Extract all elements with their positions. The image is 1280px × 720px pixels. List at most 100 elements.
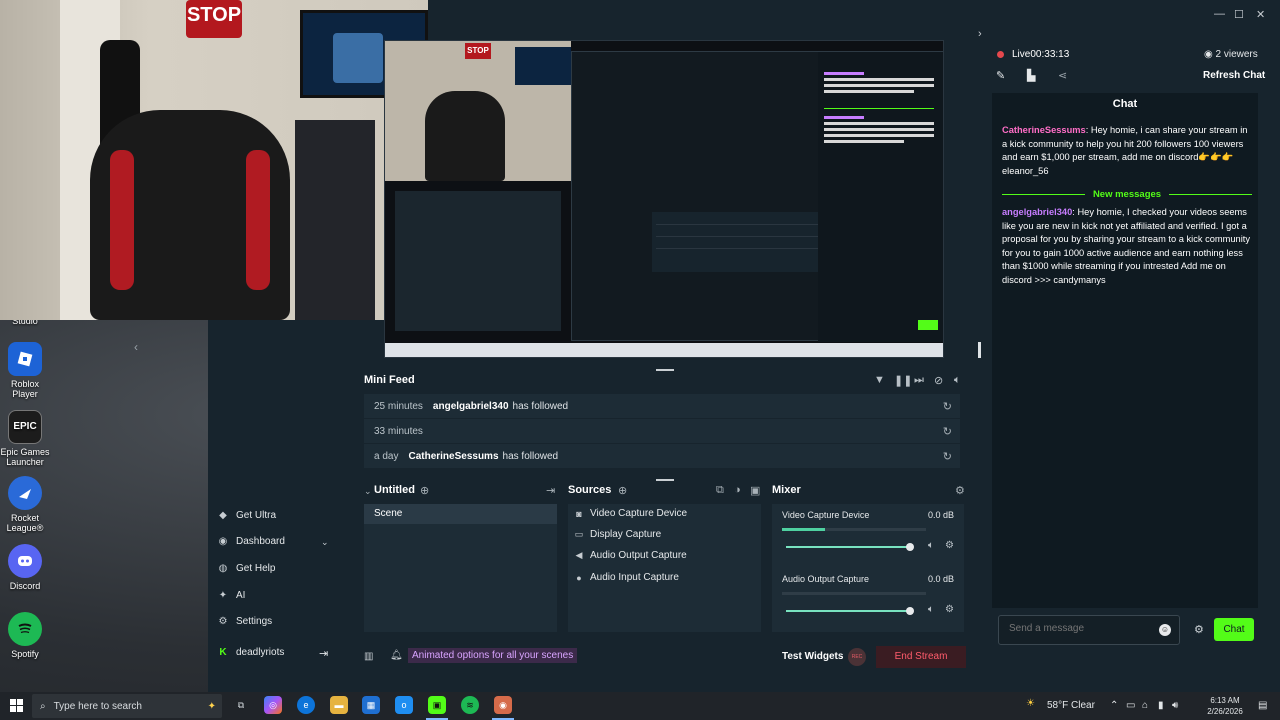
chat-input-box[interactable]: ☺ <box>998 615 1180 645</box>
chevron-left-icon[interactable]: ‹ <box>134 340 138 354</box>
chevron-down-icon[interactable]: ⌄ <box>321 537 329 548</box>
chat-username[interactable]: CatherineSessums <box>1002 125 1086 135</box>
desktop-icon-spotify[interactable]: Spotify <box>0 612 50 659</box>
mixer-volume-knob[interactable] <box>906 543 914 551</box>
chat-settings-icon[interactable]: ⚙ <box>1194 623 1204 636</box>
outlook-icon[interactable]: o <box>395 696 413 714</box>
chat-username[interactable]: angelgabriel340 <box>1002 207 1072 217</box>
share-icon[interactable]: ⋖ <box>1058 69 1067 82</box>
chat-message-input[interactable] <box>1009 623 1149 634</box>
desktop-icon-epic[interactable]: EPIC Epic Games Launcher <box>0 410 50 467</box>
chevron-up-icon[interactable]: ⌃ <box>1110 700 1118 711</box>
mixer-volume-slider[interactable] <box>786 546 910 548</box>
scene-collection-title[interactable]: Untitled <box>374 484 415 496</box>
minimize-icon[interactable]: — <box>1214 8 1225 20</box>
help-icon: ◍ <box>218 562 228 574</box>
spotify-taskbar-icon[interactable]: ≋ <box>461 696 479 714</box>
gear-icon[interactable]: ⚙ <box>945 540 954 551</box>
source-item[interactable]: ● Audio Input Capture <box>574 572 679 583</box>
windows-start-icon[interactable] <box>10 699 23 715</box>
scene-item[interactable]: Scene <box>364 504 557 524</box>
source-item[interactable]: ◙ Video Capture Device <box>574 508 687 519</box>
speaker-icon[interactable]: 🔈︎ <box>928 540 934 551</box>
streamlabs-icon[interactable]: ▣ <box>428 696 446 714</box>
sidebar-item-account[interactable]: K deadlyriots <box>218 647 284 658</box>
end-stream-button[interactable]: End Stream <box>876 646 966 668</box>
pause-icon[interactable]: ❚❚ <box>894 374 912 387</box>
eye-icon: ◉ <box>1204 49 1213 60</box>
clip-icon[interactable]: ▙ <box>1027 69 1035 82</box>
store-icon[interactable]: ▦ <box>362 696 380 714</box>
stats-icon[interactable]: ▥ <box>364 651 373 662</box>
taskbar-search[interactable]: ⌕ Type here to search ✦ <box>32 694 222 718</box>
promo-banner[interactable]: Animated options for all your scenes <box>408 648 578 663</box>
weather-label[interactable]: 58°F Clear <box>1047 700 1095 711</box>
replay-icon[interactable]: ↻ <box>943 450 952 463</box>
sidebar-item-dashboard[interactable]: ◉ Dashboard <box>218 536 285 547</box>
gear-icon: ⚙ <box>218 615 228 627</box>
source-item[interactable]: ◀ Audio Output Capture <box>574 550 687 561</box>
preview-resize-handle[interactable] <box>978 342 981 358</box>
feed-user[interactable]: angelgabriel340 <box>433 401 509 412</box>
mixer-settings-icon[interactable]: ⚙ <box>955 484 965 497</box>
notification-icon[interactable]: ▤ <box>1258 700 1267 711</box>
maximize-icon[interactable]: ☐ <box>1234 8 1244 21</box>
network-icon[interactable]: ⌂ <box>1142 700 1148 711</box>
volume-icon[interactable]: 🔈︎ <box>954 374 961 387</box>
tray-app-icon[interactable]: ▭ <box>1126 700 1135 711</box>
taskbar-clock[interactable]: 6:13 AM 2/26/2026 <box>1200 695 1250 717</box>
source-visibility-icon[interactable]: ◑ <box>734 484 741 496</box>
file-explorer-icon[interactable]: ▬ <box>330 696 348 714</box>
mute-alerts-icon[interactable]: ⊘ <box>934 374 943 387</box>
skip-icon[interactable]: ⏭ <box>914 374 924 387</box>
sidebar-item-settings[interactable]: ⚙ Settings <box>218 615 273 627</box>
scenes-list: Scene <box>364 504 557 632</box>
notification-bell-icon[interactable]: 🔔︎ <box>390 650 403 661</box>
speaker-icon[interactable]: 🔈︎ <box>928 604 934 615</box>
replay-icon[interactable]: ↻ <box>943 400 952 413</box>
mixer-volume-slider[interactable] <box>786 610 910 612</box>
sidebar-item-get-help[interactable]: ◍ Get Help <box>218 562 276 574</box>
source-folder-icon[interactable]: ▣ <box>750 484 760 497</box>
source-item[interactable]: ▭ Display Capture <box>574 529 661 540</box>
preview-chair <box>425 91 505 181</box>
edge-icon[interactable]: e <box>297 696 315 714</box>
feed-row: 33 minutes ↻ <box>364 419 960 443</box>
source-group-icon[interactable]: ⧉ <box>716 484 724 497</box>
volume-icon[interactable]: 🔊︎ <box>1172 700 1178 711</box>
desktop-icon-roblox[interactable]: Roblox Player <box>0 342 50 399</box>
emoji-icon[interactable]: ☺ <box>1159 624 1171 636</box>
close-icon[interactable]: ✕ <box>1256 8 1265 21</box>
edit-icon[interactable]: ✎ <box>996 69 1005 82</box>
feed-time: a day <box>374 450 399 462</box>
sidebar-item-ai[interactable]: ✦ AI <box>218 590 246 601</box>
active-app-icon[interactable]: ◉ <box>494 696 512 714</box>
feed-user[interactable]: CatherineSessums <box>408 451 498 462</box>
logout-icon[interactable]: ⇥ <box>319 647 328 660</box>
record-button[interactable]: REC <box>848 648 866 666</box>
desktop-icon-discord[interactable]: Discord <box>0 544 50 591</box>
test-widgets-button[interactable]: Test Widgets <box>782 651 843 662</box>
mixer-volume-knob[interactable] <box>906 607 914 615</box>
copilot-icon[interactable]: ◎ <box>264 696 282 714</box>
replay-icon[interactable]: ↻ <box>943 425 952 438</box>
chat-send-button[interactable]: Chat <box>1214 618 1254 641</box>
gear-icon[interactable]: ⚙ <box>945 604 954 615</box>
add-scene-icon[interactable]: ⊕ <box>420 484 429 497</box>
chevron-right-icon[interactable]: › <box>978 28 982 40</box>
scene-transitions-icon[interactable]: ⇥ <box>546 484 555 497</box>
refresh-chat-button[interactable]: Refresh Chat <box>1203 70 1265 81</box>
sidebar-item-label: Get Ultra <box>236 510 277 521</box>
weather-icon[interactable]: ☀ <box>1026 698 1035 709</box>
stream-preview[interactable]: STOP <box>384 40 944 358</box>
chat-message-text: : Hey homie, I checked your videos seems… <box>1002 207 1251 285</box>
desktop-icon-label: Roblox Player <box>10 379 39 399</box>
resize-handle[interactable] <box>656 479 674 481</box>
battery-icon[interactable]: ▮ <box>1158 700 1164 711</box>
add-source-icon[interactable]: ⊕ <box>618 484 627 497</box>
task-view-icon[interactable]: ⧉ <box>232 696 250 714</box>
chevron-down-icon[interactable]: ⌄ <box>364 486 372 497</box>
desktop-icon-rocket-league[interactable]: Rocket League® <box>0 476 50 533</box>
sidebar-item-get-ultra[interactable]: ◆ Get Ultra <box>218 510 276 521</box>
filter-icon[interactable]: ▼ <box>874 374 885 386</box>
